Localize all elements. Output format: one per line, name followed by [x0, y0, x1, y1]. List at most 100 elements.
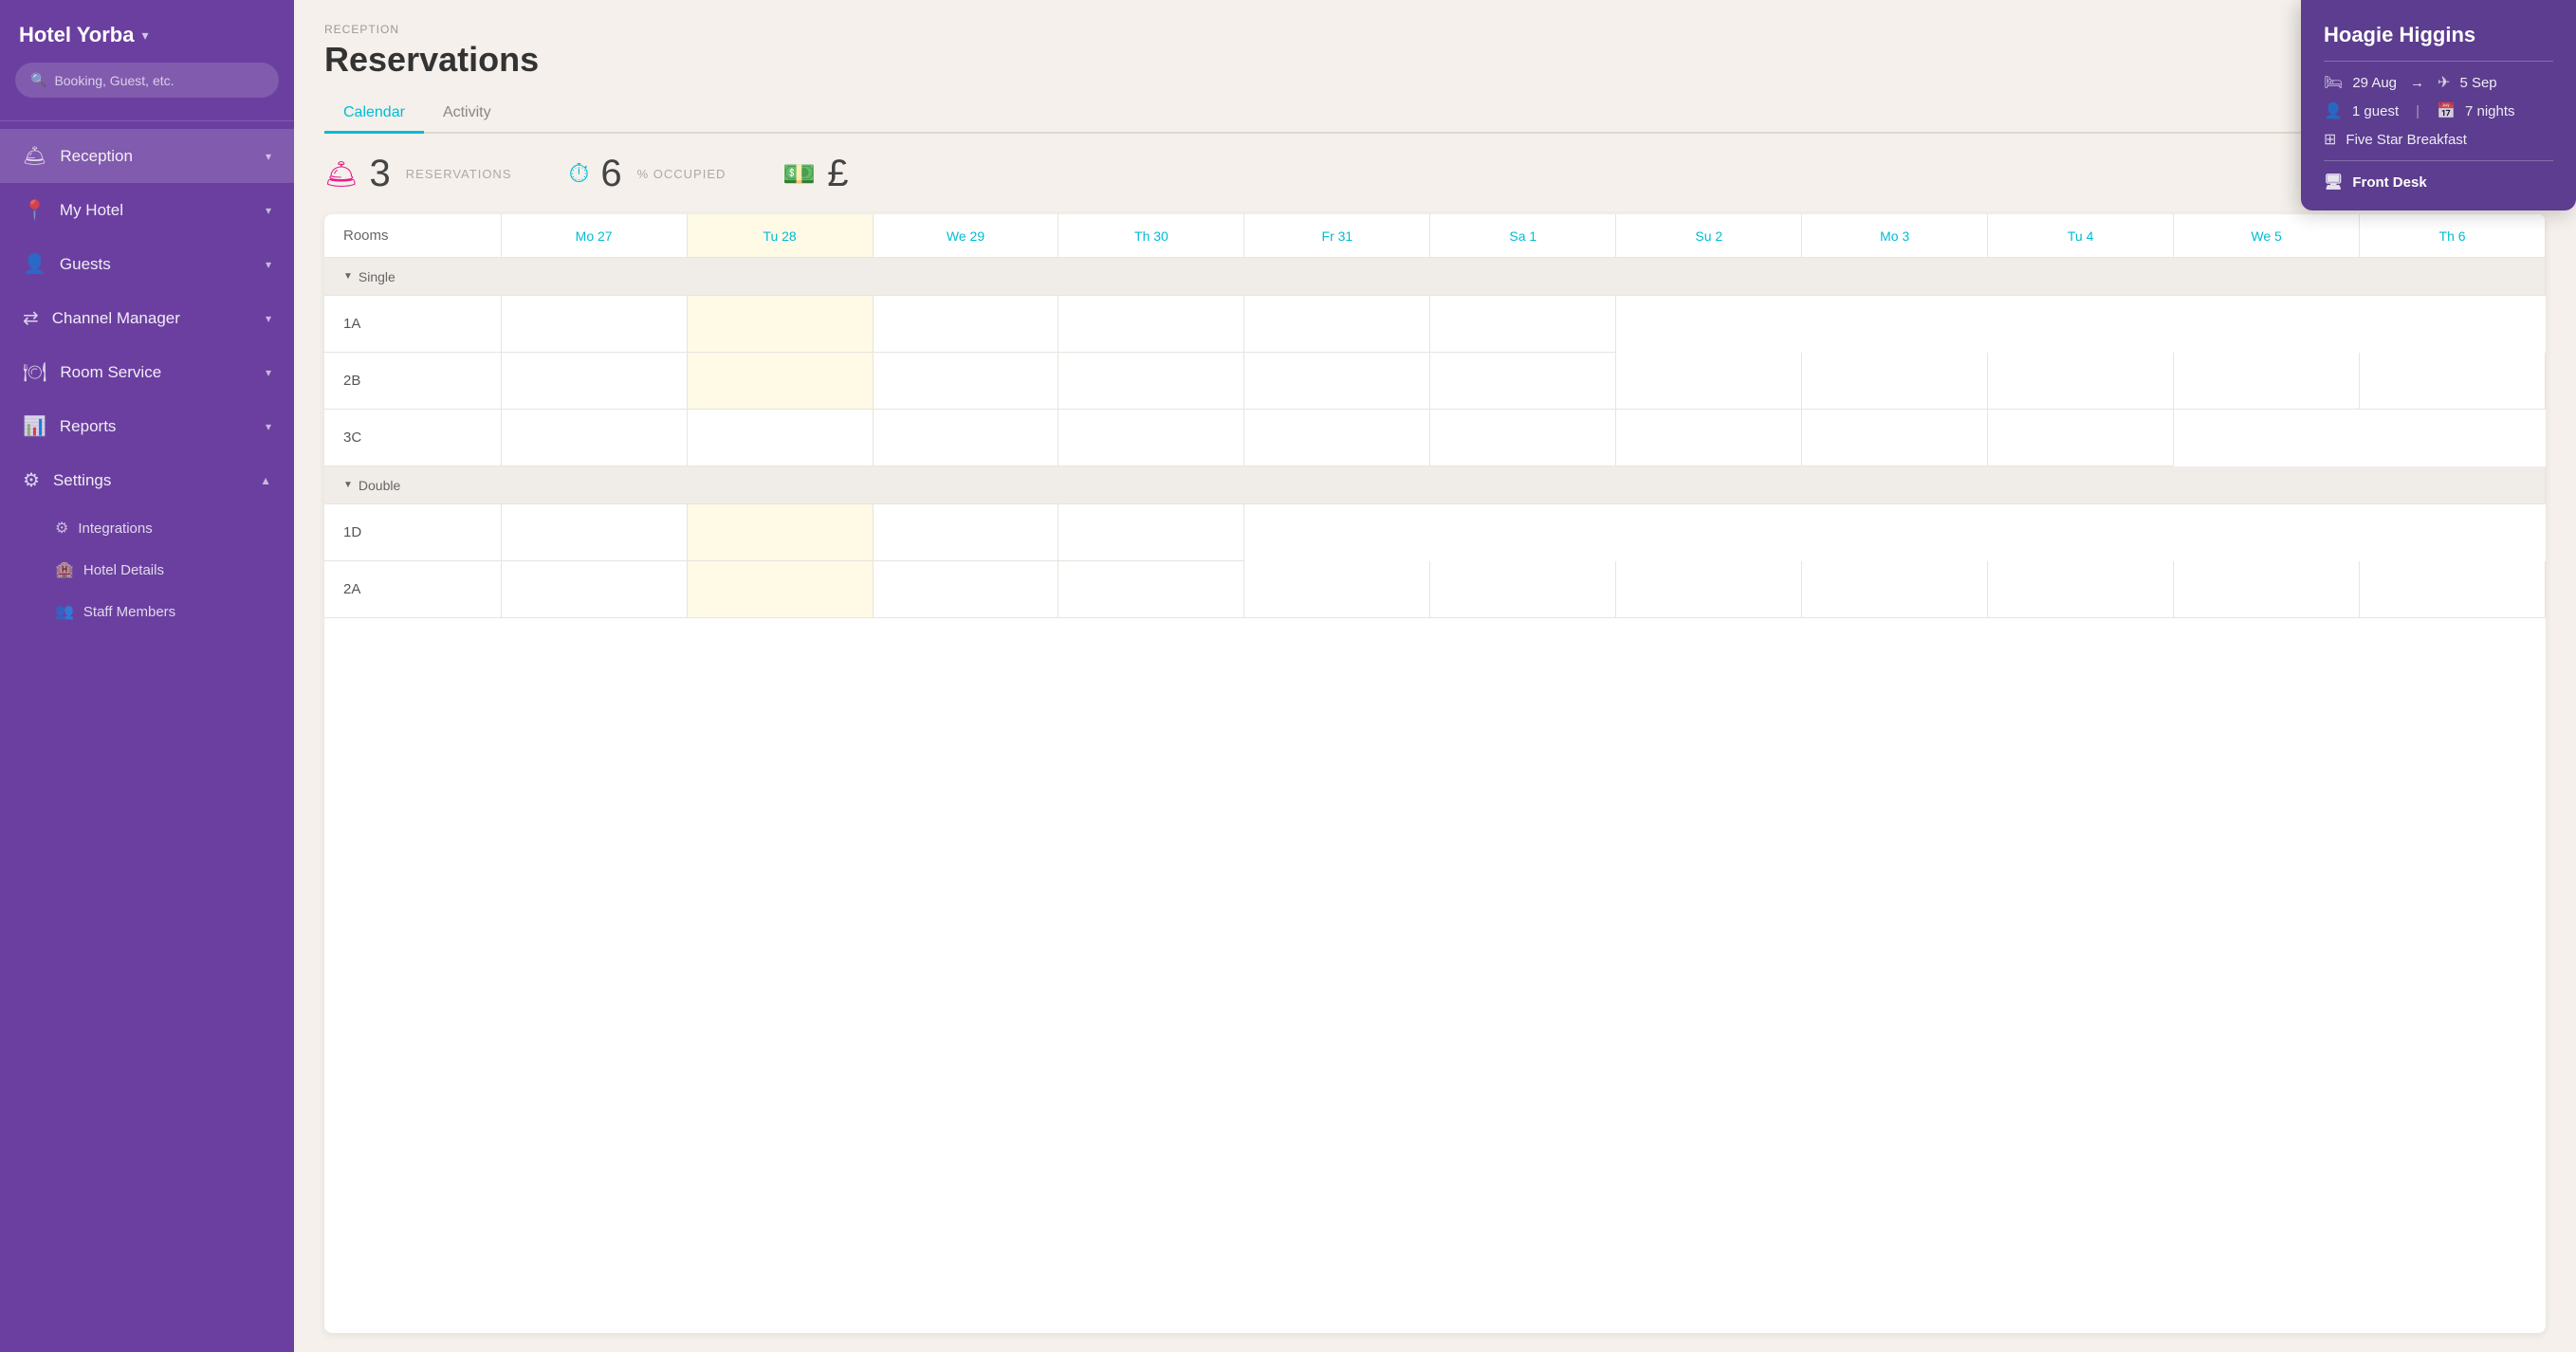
calendar-cell[interactable] [873, 353, 1058, 410]
sidebar-item-label: Reports [60, 417, 117, 436]
calendar-cell[interactable] [2360, 561, 2546, 618]
calendar-cell[interactable] [873, 504, 1058, 561]
cal-icon: 📅 [2437, 101, 2456, 120]
timer-icon: ⏱ [569, 158, 590, 190]
calendar-cell[interactable] [1244, 561, 1430, 618]
chevron-down-icon[interactable]: ▾ [141, 27, 148, 44]
sub-item-label: Integrations [78, 521, 152, 537]
date-col-fr31: Fr 31 [1244, 214, 1430, 258]
tabs-row: Calendar Activity [324, 95, 2546, 134]
calendar-cell[interactable] [2174, 561, 2360, 618]
calendar-cell[interactable] [1616, 410, 1802, 466]
sub-item-label: Hotel Details [83, 562, 164, 578]
revenue-symbol: £ [827, 153, 848, 195]
sidebar-sub-hotel-details[interactable]: 🏨 Hotel Details [0, 549, 294, 591]
reservations-label: RESERVATIONS [406, 167, 512, 181]
breadcrumb: RECEPTION [324, 23, 2546, 36]
calendar-cell[interactable] [1430, 353, 1616, 410]
calendar-cell[interactable] [687, 504, 873, 561]
popup-guest-name: Hoagie Higgins [2324, 23, 2553, 47]
calendar-cell[interactable] [2174, 353, 2360, 410]
guests-icon: 👤 [23, 252, 46, 276]
my-hotel-icon: 📍 [23, 198, 46, 222]
sidebar-item-reports[interactable]: 📊 Reports ▾ [0, 399, 294, 453]
calendar-cell[interactable] [1802, 353, 1988, 410]
date-col-sa1: Sa 1 [1430, 214, 1616, 258]
tab-activity[interactable]: Activity [424, 95, 510, 134]
room-name-1D: 1D [324, 504, 501, 561]
sidebar-item-label: Reception [60, 147, 133, 166]
calendar-cell[interactable] [1058, 504, 1244, 561]
date-col-tu28: Tu 28 [687, 214, 873, 258]
sidebar-item-channel-manager[interactable]: ⇄ Channel Manager ▾ [0, 291, 294, 345]
calendar-cell[interactable] [1616, 353, 1802, 410]
calendar-cell[interactable] [1058, 561, 1244, 618]
search-input[interactable] [54, 73, 264, 88]
sidebar-item-guests[interactable]: 👤 Guests ▾ [0, 237, 294, 291]
main-header: RECEPTION Reservations Calendar Activity [294, 0, 2576, 134]
calendar-cell[interactable] [873, 410, 1058, 466]
calendar-cell[interactable] [687, 353, 873, 410]
calendar-cell[interactable] [1802, 410, 1988, 466]
sidebar-item-reception[interactable]: 🛎 Reception ▾ [0, 129, 294, 183]
calendar-cell[interactable] [687, 296, 873, 353]
calendar-cell[interactable] [1244, 353, 1430, 410]
chevron-icon: ▲ [260, 474, 271, 487]
calendar-cell[interactable] [1988, 561, 2174, 618]
calendar-cell[interactable] [501, 410, 687, 466]
calendar-cell[interactable] [501, 296, 687, 353]
calendar-cell[interactable] [1802, 561, 1988, 618]
calendar-cell[interactable] [873, 296, 1058, 353]
group-header-double[interactable]: ▼ Double [324, 466, 2546, 504]
reservation-popup[interactable]: Hoagie Higgins 🛏 29 Aug → ✈ 5 Sep 👤 1 gu… [2301, 0, 2576, 210]
sidebar-sub-integrations[interactable]: ⚙ Integrations [0, 507, 294, 549]
chevron-icon: ▾ [266, 366, 271, 379]
page-title: Reservations [324, 40, 2546, 80]
calendar-cell[interactable] [1244, 296, 1430, 353]
calendar-cell[interactable] [501, 561, 687, 618]
calendar-cell[interactable] [1058, 296, 1244, 353]
calendar-cell[interactable] [873, 561, 1058, 618]
money-icon: 💵 [782, 158, 816, 190]
calendar-cell[interactable] [2360, 353, 2546, 410]
calendar-cell[interactable] [1244, 410, 1430, 466]
sidebar-sub-staff-members[interactable]: 👥 Staff Members [0, 591, 294, 632]
sidebar-item-room-service[interactable]: 🍽 Room Service ▾ [0, 345, 294, 399]
sidebar-item-label: Settings [53, 471, 111, 490]
room-name-3C: 3C [324, 410, 501, 466]
calendar-cell[interactable] [501, 504, 687, 561]
calendar-cell[interactable] [1430, 561, 1616, 618]
popup-nights: 7 nights [2465, 103, 2515, 119]
calendar-cell[interactable] [1430, 410, 1616, 466]
tab-calendar[interactable]: Calendar [324, 95, 424, 134]
calendar-cell[interactable] [687, 410, 873, 466]
date-col-we5: We 5 [2174, 214, 2360, 258]
date-col-th30: Th 30 [1058, 214, 1244, 258]
stat-occupied: ⏱ 6 % OCCUPIED [569, 153, 727, 195]
calendar-cell[interactable] [687, 561, 873, 618]
search-bar[interactable]: 🔍 [15, 63, 279, 98]
group-header-single[interactable]: ▼ Single [324, 258, 2546, 296]
popup-guests-row: 👤 1 guest | 📅 7 nights [2324, 101, 2553, 120]
calendar-cell[interactable] [1058, 410, 1244, 466]
occupied-label: % OCCUPIED [637, 167, 727, 181]
stat-reservations: 🛎 3 RESERVATIONS [324, 153, 512, 195]
calendar-cell[interactable] [501, 353, 687, 410]
calendar-cell[interactable] [1988, 410, 2174, 466]
sidebar-item-my-hotel[interactable]: 📍 My Hotel ▾ [0, 183, 294, 237]
calendar-table: Rooms Mo 27Tu 28We 29Th 30Fr 31Sa 1Su 2M… [324, 214, 2546, 618]
date-col-we29: We 29 [873, 214, 1058, 258]
person-icon: 👤 [2324, 101, 2343, 120]
calendar-cell[interactable] [1058, 353, 1244, 410]
sidebar-item-settings[interactable]: ⚙ Settings ▲ [0, 453, 294, 507]
table-row: 2B [324, 353, 2546, 410]
search-icon: 🔍 [30, 72, 46, 88]
date-col-mo27: Mo 27 [501, 214, 687, 258]
calendar-cell[interactable] [1430, 296, 1616, 353]
date-col-mo3: Mo 3 [1802, 214, 1988, 258]
calendar-cell[interactable] [1988, 353, 2174, 410]
calendar-cell[interactable] [1616, 561, 1802, 618]
table-row: 1A [324, 296, 2546, 353]
bell-icon: 🛎 [324, 158, 359, 190]
calendar-container[interactable]: Rooms Mo 27Tu 28We 29Th 30Fr 31Sa 1Su 2M… [324, 214, 2546, 1333]
